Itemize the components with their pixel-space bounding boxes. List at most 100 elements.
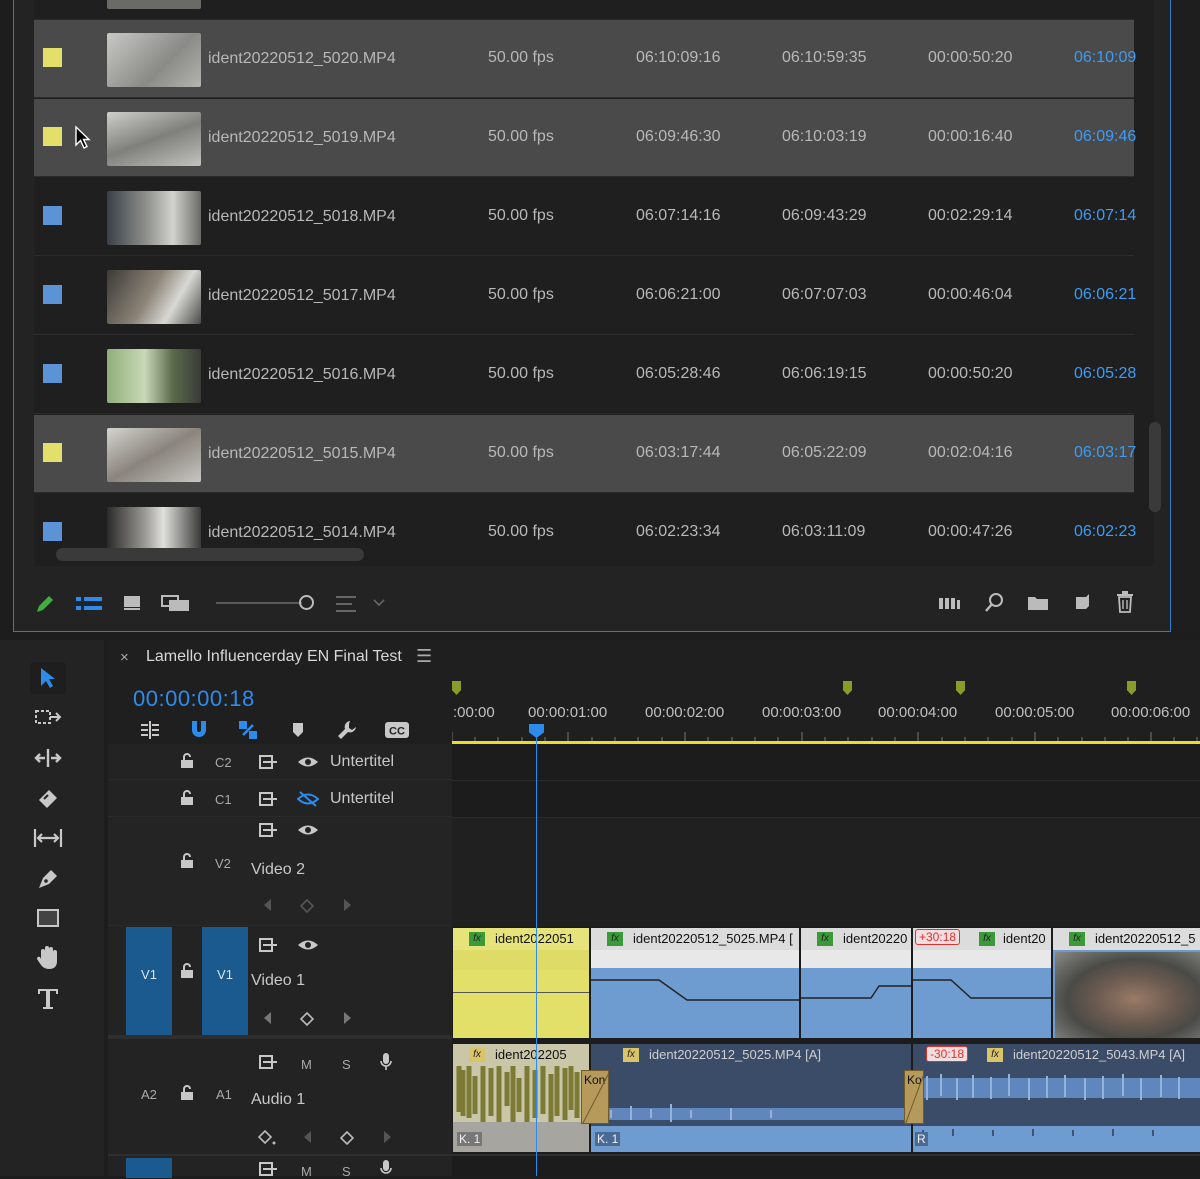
lock-open-icon[interactable] <box>180 753 194 769</box>
add-keyframe-icon[interactable] <box>340 1131 354 1145</box>
solo-button[interactable]: S <box>342 1164 351 1179</box>
video-clip[interactable]: ident20220512_5 fx <box>1053 928 1200 1038</box>
sequence-title[interactable]: Lamello Influencerday EN Final Test <box>146 648 402 666</box>
add-keyframe-icon[interactable] <box>300 899 314 913</box>
automate-to-sequence-icon[interactable] <box>938 595 964 611</box>
microphone-icon[interactable] <box>379 1159 393 1179</box>
microphone-icon[interactable] <box>379 1052 393 1072</box>
sort-icons-icon[interactable] <box>335 594 359 614</box>
label-color-swatch[interactable] <box>43 206 62 225</box>
label-color-swatch[interactable] <box>43 285 62 304</box>
opacity-rubber-band[interactable] <box>801 968 911 1008</box>
slip-tool[interactable] <box>30 822 66 854</box>
list-item[interactable]: ident20220512_5015.MP4 50.00 fps 06:03:1… <box>34 415 1136 493</box>
sync-lock-icon[interactable] <box>259 937 279 953</box>
list-item[interactable]: ident20220512_5017.MP4 50.00 fps 06:06:2… <box>34 257 1136 335</box>
sequence-marker[interactable] <box>956 681 965 695</box>
lock-open-icon[interactable] <box>180 790 194 806</box>
track-header-c1[interactable]: C1 Untertitel <box>108 781 452 817</box>
eye-icon[interactable] <box>297 823 319 837</box>
playhead-timecode[interactable]: 00:00:00:18 <box>133 686 255 712</box>
sequence-marker[interactable] <box>843 681 852 695</box>
mute-button[interactable]: M <box>301 1057 312 1072</box>
lock-open-icon[interactable] <box>180 963 194 979</box>
time-ruler[interactable]: :00:00 00:00:01:00 00:00:02:00 00:00:03:… <box>452 678 1200 744</box>
new-bin-icon[interactable] <box>1027 594 1049 612</box>
label-color-swatch[interactable] <box>43 522 62 541</box>
track-header-v1[interactable]: V1 V1 Video 1 <box>108 927 452 1039</box>
previous-keyframe-icon[interactable] <box>263 898 273 912</box>
list-view-icon[interactable] <box>76 596 102 612</box>
list-item[interactable]: ident20220512_5019.MP4 50.00 fps 06:09:4… <box>34 99 1136 177</box>
track-name[interactable]: Untertitel <box>330 790 394 808</box>
solo-button[interactable]: S <box>342 1057 351 1072</box>
vertical-scrollbar[interactable] <box>1149 422 1161 512</box>
track-target-v1[interactable]: V1 <box>202 927 248 1035</box>
track-header-a2[interactable]: M S <box>108 1154 452 1179</box>
next-keyframe-icon[interactable] <box>342 1011 352 1025</box>
track-id[interactable]: V2 <box>215 856 231 871</box>
source-patch-v1[interactable]: V1 <box>126 927 172 1035</box>
pen-tool[interactable] <box>30 862 66 894</box>
add-marker-icon[interactable] <box>291 721 305 739</box>
add-keyframe-icon[interactable] <box>300 1012 314 1026</box>
sync-lock-icon[interactable] <box>259 1161 279 1177</box>
search-icon[interactable] <box>984 592 1004 614</box>
list-item[interactable]: ident20220512_5016.MP4 50.00 fps 06:05:2… <box>34 336 1136 414</box>
show-keyframes-icon[interactable] <box>258 1129 278 1147</box>
eye-hidden-icon[interactable] <box>297 791 319 807</box>
timeline-settings-wrench-icon[interactable] <box>336 719 358 741</box>
sequence-marker[interactable] <box>1127 681 1136 695</box>
eye-icon[interactable] <box>297 755 319 769</box>
lock-open-icon[interactable] <box>180 853 194 869</box>
track-content-area[interactable]: ident2022051 fx ident20220512_5025.MP4 [… <box>452 744 1200 1176</box>
hand-tool[interactable] <box>30 942 66 974</box>
new-item-icon[interactable] <box>1072 592 1092 612</box>
track-header-a1[interactable]: M S A2 A1 Audio 1 <box>108 1044 452 1152</box>
source-patch-a2[interactable]: A2 <box>141 1087 157 1102</box>
ripple-edit-tool[interactable] <box>30 742 66 774</box>
rectangle-tool[interactable] <box>30 902 66 934</box>
razor-tool[interactable] <box>30 782 66 814</box>
insert-nest-icon[interactable] <box>138 720 162 740</box>
label-color-swatch[interactable] <box>43 364 62 383</box>
audio-transition[interactable]: Kon <box>581 1070 609 1124</box>
freeform-view-icon[interactable] <box>161 595 191 613</box>
zoom-slider-handle[interactable] <box>299 595 314 610</box>
audio-clip[interactable]: ident202205 fx K. 1 <box>453 1044 589 1152</box>
icon-view-icon[interactable] <box>123 595 141 611</box>
panel-menu-button[interactable]: ☰ <box>416 646 432 667</box>
video-clip[interactable]: ident2022051 fx <box>453 928 589 1038</box>
snap-magnet-icon[interactable] <box>188 719 210 741</box>
audio-transition[interactable]: Ko <box>904 1070 924 1124</box>
track-name[interactable]: Video 2 <box>251 861 305 879</box>
eye-icon[interactable] <box>297 938 319 952</box>
list-item[interactable] <box>34 0 1134 20</box>
sync-lock-icon[interactable] <box>259 822 279 838</box>
playhead-line[interactable] <box>536 730 537 1176</box>
list-item[interactable]: ident20220512_5020.MP4 50.00 fps 06:10:0… <box>34 20 1136 98</box>
track-name[interactable]: Audio 1 <box>251 1091 305 1109</box>
label-color-swatch[interactable] <box>43 48 62 67</box>
zoom-slider-track[interactable] <box>216 602 302 604</box>
chevron-down-icon[interactable] <box>372 598 386 608</box>
captions-cc-icon[interactable]: CC <box>384 721 410 739</box>
type-tool[interactable] <box>30 982 66 1014</box>
linked-selection-icon[interactable] <box>237 719 259 741</box>
track-id[interactable]: A1 <box>216 1087 232 1102</box>
track-id[interactable]: C2 <box>215 755 232 770</box>
track-header-c2[interactable]: C2 Untertitel <box>108 744 452 780</box>
video-clip[interactable]: ident20220512_5025.MP4 [ fx <box>591 928 799 1038</box>
track-select-tool[interactable] <box>30 702 66 734</box>
track-header-v2[interactable]: V2 Video 2 <box>108 818 452 926</box>
pencil-icon[interactable] <box>34 593 56 615</box>
horizontal-scrollbar[interactable] <box>56 548 364 561</box>
next-keyframe-icon[interactable] <box>342 898 352 912</box>
selection-tool[interactable] <box>30 662 66 694</box>
mute-button[interactable]: M <box>301 1164 312 1179</box>
track-id[interactable]: C1 <box>215 792 232 807</box>
trash-icon[interactable] <box>1115 591 1135 613</box>
label-color-swatch[interactable] <box>43 127 62 146</box>
sync-lock-icon[interactable] <box>259 791 279 807</box>
sequence-tab[interactable]: × Lamello Influencerday EN Final Test ☰ <box>108 640 1200 678</box>
